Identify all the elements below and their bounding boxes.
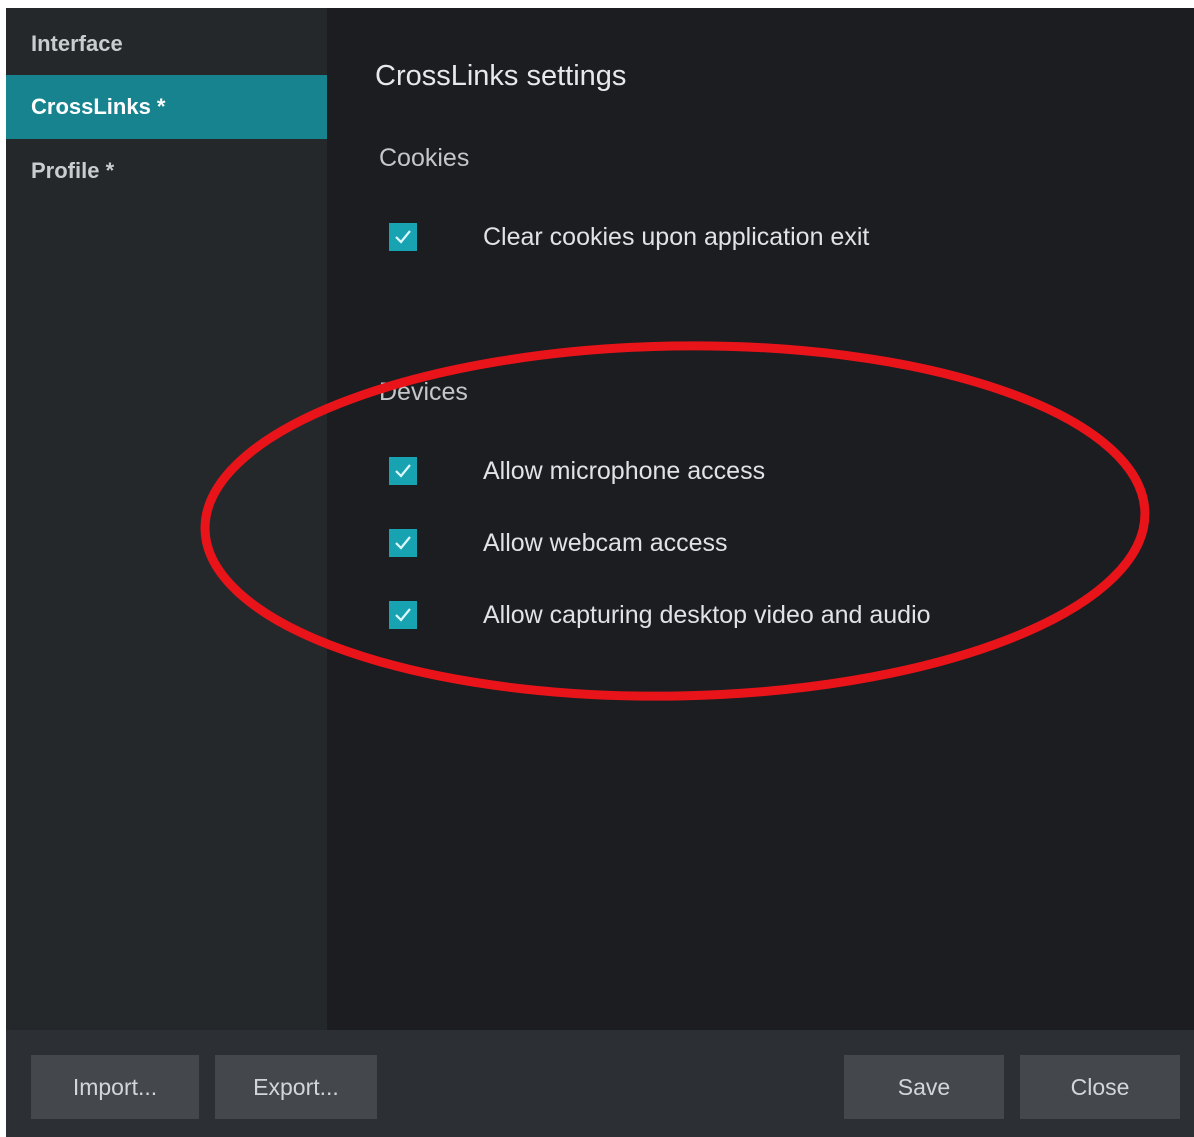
sidebar-item-profile[interactable]: Profile * [6,139,327,203]
option-label: Allow capturing desktop video and audio [483,600,931,629]
sidebar-item-label: Interface [31,31,123,56]
checkmark-icon [395,464,411,478]
option-microphone-access[interactable]: Allow microphone access [389,451,765,491]
option-webcam-access[interactable]: Allow webcam access [389,523,728,563]
checkbox-clear-cookies[interactable] [389,223,417,251]
sidebar-item-crosslinks[interactable]: CrossLinks * [6,75,327,139]
save-button[interactable]: Save [844,1055,1004,1119]
checkbox-microphone-access[interactable] [389,457,417,485]
checkmark-icon [395,536,411,550]
section-title-devices: Devices [379,378,468,406]
option-clear-cookies[interactable]: Clear cookies upon application exit [389,217,869,257]
checkmark-icon [395,230,411,244]
settings-window: Interface CrossLinks * Profile * CrossLi… [6,8,1194,1137]
page-title: CrossLinks settings [375,60,627,92]
sidebar: Interface CrossLinks * Profile * [6,8,327,1030]
option-desktop-capture[interactable]: Allow capturing desktop video and audio [389,595,931,635]
footer-bar: Import... Export... Save Close [6,1030,1194,1137]
settings-panel: CrossLinks settings Cookies Clear cookie… [327,8,1194,1030]
checkbox-desktop-capture[interactable] [389,601,417,629]
sidebar-item-label: CrossLinks * [31,94,166,119]
checkmark-icon [395,608,411,622]
option-label: Allow webcam access [483,528,728,557]
checkbox-webcam-access[interactable] [389,529,417,557]
close-button[interactable]: Close [1020,1055,1180,1119]
option-label: Clear cookies upon application exit [483,222,870,251]
sidebar-item-interface[interactable]: Interface [6,12,327,76]
export-button[interactable]: Export... [215,1055,377,1119]
option-label: Allow microphone access [483,456,766,485]
section-title-cookies: Cookies [379,144,470,172]
sidebar-item-label: Profile * [31,158,115,183]
import-button[interactable]: Import... [31,1055,199,1119]
